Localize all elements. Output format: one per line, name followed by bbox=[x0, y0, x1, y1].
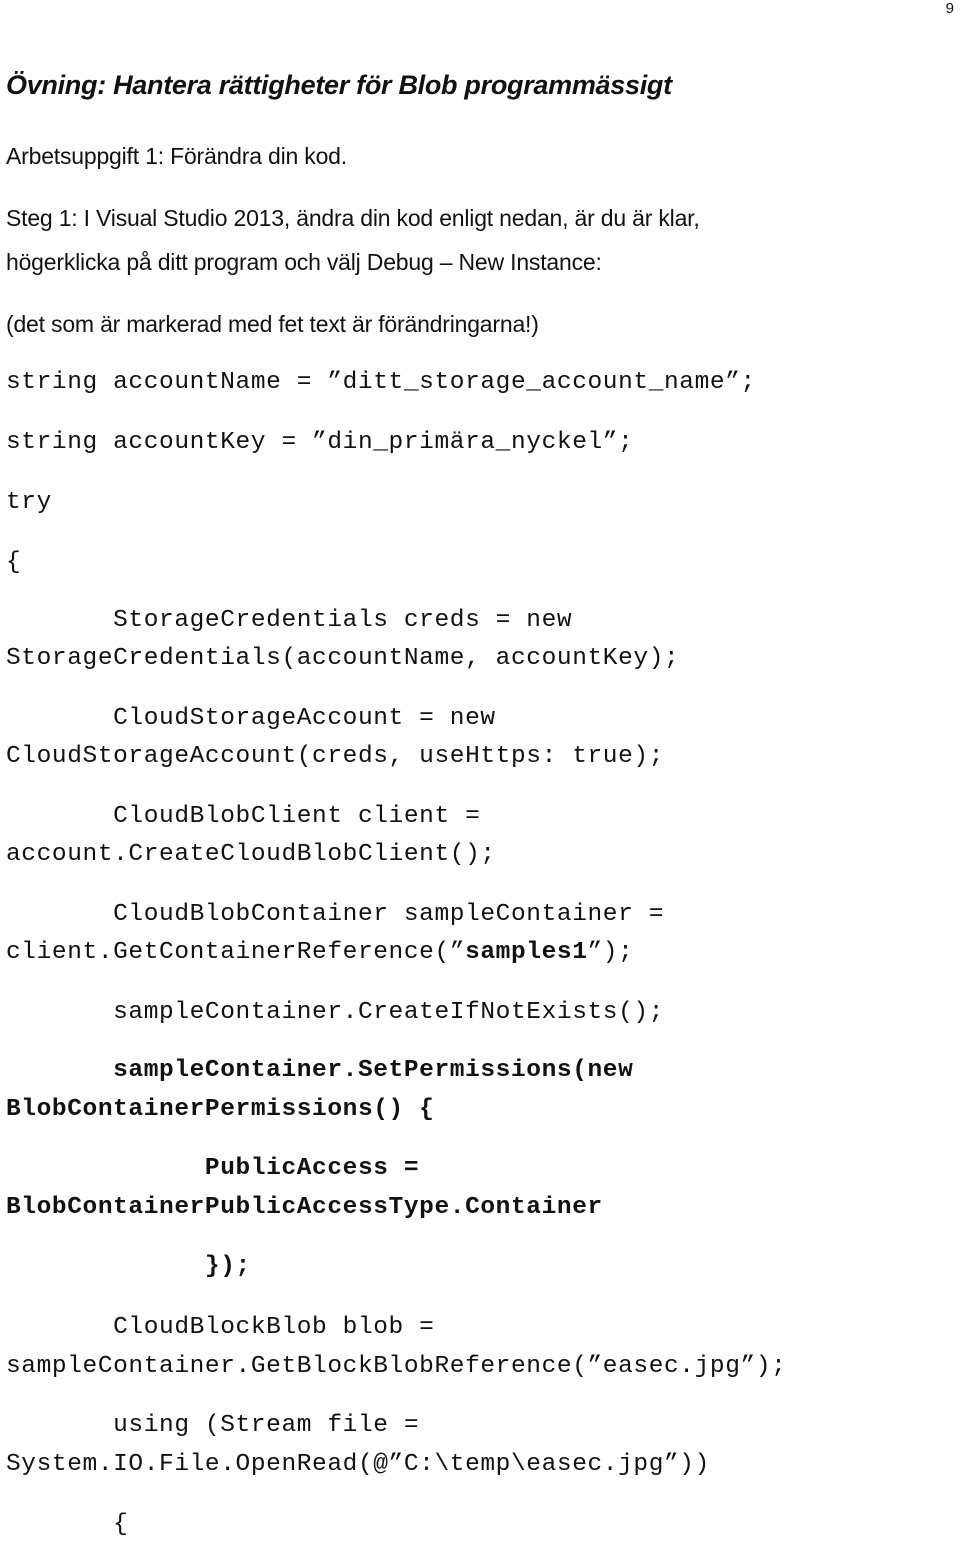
code-line: System.IO.File.OpenRead(@”C:\temp\easec.… bbox=[6, 1451, 710, 1478]
code-line: sampleContainer.CreateIfNotExists(); bbox=[6, 999, 665, 1026]
code-line: CloudStorageAccount = new bbox=[6, 705, 496, 732]
code-line: StorageCredentials(accountName, accountK… bbox=[6, 645, 680, 672]
bold-note: (det som är markerad med fet text är för… bbox=[6, 311, 539, 337]
code-text: client.GetContainerReference(” bbox=[6, 939, 466, 966]
code-line: try bbox=[6, 489, 52, 516]
code-line-bold-change: BlobContainerPermissions() { bbox=[6, 1096, 435, 1123]
code-line: CloudBlobClient client = bbox=[6, 803, 481, 830]
page-number: 9 bbox=[945, 0, 954, 17]
code-line: { bbox=[6, 1511, 129, 1538]
code-line: sampleContainer.GetBlockBlobReference(”e… bbox=[6, 1353, 787, 1380]
step-text-line-1: Steg 1: I Visual Studio 2013, ändra din … bbox=[6, 205, 700, 231]
code-line: string accountKey = ”din_primära_nyckel”… bbox=[6, 429, 634, 456]
code-line: CloudStorageAccount(creds, useHttps: tru… bbox=[6, 743, 665, 770]
code-line: { bbox=[6, 549, 22, 576]
code-line-bold-change: PublicAccess = bbox=[6, 1155, 420, 1182]
step-text-line-2: högerklicka på ditt program och välj Deb… bbox=[6, 249, 602, 275]
code-line: CloudBlockBlob blob = bbox=[6, 1314, 435, 1341]
code-line-bold-change: BlobContainerPublicAccessType.Container bbox=[6, 1194, 603, 1221]
code-line: StorageCredentials creds = new bbox=[6, 607, 573, 634]
code-bold-change: samples1 bbox=[465, 939, 588, 966]
code-line: account.CreateCloudBlobClient(); bbox=[6, 841, 496, 868]
code-line: string accountName = ”ditt_storage_accou… bbox=[6, 369, 756, 396]
code-line: using (Stream file = bbox=[6, 1412, 420, 1439]
code-line-bold-change: }); bbox=[6, 1253, 251, 1280]
code-text: ”); bbox=[587, 939, 634, 966]
task-title: Arbetsuppgift 1: Förändra din kod. bbox=[6, 143, 347, 169]
code-line: client.GetContainerReference(”samples1”)… bbox=[6, 934, 633, 972]
code-line-bold-change: sampleContainer.SetPermissions(new bbox=[6, 1057, 634, 1084]
exercise-heading: Övning: Hantera rättigheter för Blob pro… bbox=[6, 70, 672, 100]
code-line: CloudBlobContainer sampleContainer = bbox=[6, 901, 665, 928]
